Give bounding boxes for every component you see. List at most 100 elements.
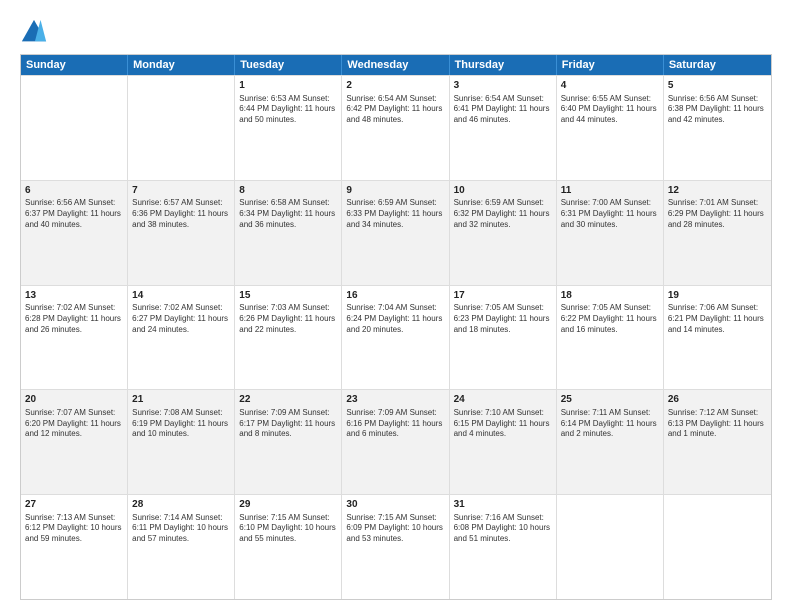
header-cell-wednesday: Wednesday xyxy=(342,55,449,75)
day-details: Sunrise: 6:57 AM Sunset: 6:36 PM Dayligh… xyxy=(132,198,230,230)
table-row: 5Sunrise: 6:56 AM Sunset: 6:38 PM Daylig… xyxy=(664,76,771,180)
table-row: 20Sunrise: 7:07 AM Sunset: 6:20 PM Dayli… xyxy=(21,390,128,494)
calendar-row-4: 20Sunrise: 7:07 AM Sunset: 6:20 PM Dayli… xyxy=(21,389,771,494)
header xyxy=(20,18,772,46)
day-details: Sunrise: 7:10 AM Sunset: 6:15 PM Dayligh… xyxy=(454,408,552,440)
table-row xyxy=(128,76,235,180)
day-details: Sunrise: 7:08 AM Sunset: 6:19 PM Dayligh… xyxy=(132,408,230,440)
day-details: Sunrise: 7:03 AM Sunset: 6:26 PM Dayligh… xyxy=(239,303,337,335)
table-row: 18Sunrise: 7:05 AM Sunset: 6:22 PM Dayli… xyxy=(557,286,664,390)
table-row xyxy=(21,76,128,180)
table-row: 25Sunrise: 7:11 AM Sunset: 6:14 PM Dayli… xyxy=(557,390,664,494)
day-details: Sunrise: 7:09 AM Sunset: 6:17 PM Dayligh… xyxy=(239,408,337,440)
day-number: 22 xyxy=(239,393,337,407)
day-number: 26 xyxy=(668,393,767,407)
day-details: Sunrise: 6:54 AM Sunset: 6:42 PM Dayligh… xyxy=(346,94,444,126)
logo xyxy=(20,18,52,46)
table-row: 31Sunrise: 7:16 AM Sunset: 6:08 PM Dayli… xyxy=(450,495,557,599)
table-row: 10Sunrise: 6:59 AM Sunset: 6:32 PM Dayli… xyxy=(450,181,557,285)
day-details: Sunrise: 7:09 AM Sunset: 6:16 PM Dayligh… xyxy=(346,408,444,440)
table-row: 4Sunrise: 6:55 AM Sunset: 6:40 PM Daylig… xyxy=(557,76,664,180)
day-details: Sunrise: 6:58 AM Sunset: 6:34 PM Dayligh… xyxy=(239,198,337,230)
day-number: 4 xyxy=(561,79,659,93)
day-number: 23 xyxy=(346,393,444,407)
table-row: 17Sunrise: 7:05 AM Sunset: 6:23 PM Dayli… xyxy=(450,286,557,390)
header-cell-friday: Friday xyxy=(557,55,664,75)
day-details: Sunrise: 7:16 AM Sunset: 6:08 PM Dayligh… xyxy=(454,513,552,545)
calendar-body: 1Sunrise: 6:53 AM Sunset: 6:44 PM Daylig… xyxy=(21,75,771,599)
day-details: Sunrise: 7:05 AM Sunset: 6:23 PM Dayligh… xyxy=(454,303,552,335)
table-row: 14Sunrise: 7:02 AM Sunset: 6:27 PM Dayli… xyxy=(128,286,235,390)
table-row: 24Sunrise: 7:10 AM Sunset: 6:15 PM Dayli… xyxy=(450,390,557,494)
day-number: 27 xyxy=(25,498,123,512)
calendar-row-2: 6Sunrise: 6:56 AM Sunset: 6:37 PM Daylig… xyxy=(21,180,771,285)
day-number: 20 xyxy=(25,393,123,407)
table-row: 12Sunrise: 7:01 AM Sunset: 6:29 PM Dayli… xyxy=(664,181,771,285)
day-details: Sunrise: 6:55 AM Sunset: 6:40 PM Dayligh… xyxy=(561,94,659,126)
day-number: 17 xyxy=(454,289,552,303)
day-number: 7 xyxy=(132,184,230,198)
calendar-header: SundayMondayTuesdayWednesdayThursdayFrid… xyxy=(21,55,771,75)
day-number: 10 xyxy=(454,184,552,198)
day-details: Sunrise: 7:04 AM Sunset: 6:24 PM Dayligh… xyxy=(346,303,444,335)
day-number: 5 xyxy=(668,79,767,93)
day-number: 29 xyxy=(239,498,337,512)
header-cell-sunday: Sunday xyxy=(21,55,128,75)
day-details: Sunrise: 7:15 AM Sunset: 6:10 PM Dayligh… xyxy=(239,513,337,545)
table-row: 1Sunrise: 6:53 AM Sunset: 6:44 PM Daylig… xyxy=(235,76,342,180)
table-row: 29Sunrise: 7:15 AM Sunset: 6:10 PM Dayli… xyxy=(235,495,342,599)
table-row: 16Sunrise: 7:04 AM Sunset: 6:24 PM Dayli… xyxy=(342,286,449,390)
day-details: Sunrise: 7:00 AM Sunset: 6:31 PM Dayligh… xyxy=(561,198,659,230)
table-row: 30Sunrise: 7:15 AM Sunset: 6:09 PM Dayli… xyxy=(342,495,449,599)
day-number: 6 xyxy=(25,184,123,198)
day-number: 19 xyxy=(668,289,767,303)
table-row: 23Sunrise: 7:09 AM Sunset: 6:16 PM Dayli… xyxy=(342,390,449,494)
day-number: 2 xyxy=(346,79,444,93)
table-row: 19Sunrise: 7:06 AM Sunset: 6:21 PM Dayli… xyxy=(664,286,771,390)
day-number: 1 xyxy=(239,79,337,93)
table-row: 7Sunrise: 6:57 AM Sunset: 6:36 PM Daylig… xyxy=(128,181,235,285)
day-number: 30 xyxy=(346,498,444,512)
table-row: 11Sunrise: 7:00 AM Sunset: 6:31 PM Dayli… xyxy=(557,181,664,285)
logo-icon xyxy=(20,18,48,46)
calendar: SundayMondayTuesdayWednesdayThursdayFrid… xyxy=(20,54,772,600)
table-row: 22Sunrise: 7:09 AM Sunset: 6:17 PM Dayli… xyxy=(235,390,342,494)
table-row: 6Sunrise: 6:56 AM Sunset: 6:37 PM Daylig… xyxy=(21,181,128,285)
day-number: 16 xyxy=(346,289,444,303)
day-details: Sunrise: 7:15 AM Sunset: 6:09 PM Dayligh… xyxy=(346,513,444,545)
day-details: Sunrise: 7:05 AM Sunset: 6:22 PM Dayligh… xyxy=(561,303,659,335)
header-cell-saturday: Saturday xyxy=(664,55,771,75)
day-number: 25 xyxy=(561,393,659,407)
table-row: 21Sunrise: 7:08 AM Sunset: 6:19 PM Dayli… xyxy=(128,390,235,494)
day-number: 8 xyxy=(239,184,337,198)
header-cell-thursday: Thursday xyxy=(450,55,557,75)
table-row xyxy=(557,495,664,599)
table-row: 9Sunrise: 6:59 AM Sunset: 6:33 PM Daylig… xyxy=(342,181,449,285)
day-details: Sunrise: 7:06 AM Sunset: 6:21 PM Dayligh… xyxy=(668,303,767,335)
table-row: 3Sunrise: 6:54 AM Sunset: 6:41 PM Daylig… xyxy=(450,76,557,180)
table-row: 2Sunrise: 6:54 AM Sunset: 6:42 PM Daylig… xyxy=(342,76,449,180)
day-details: Sunrise: 7:01 AM Sunset: 6:29 PM Dayligh… xyxy=(668,198,767,230)
table-row: 28Sunrise: 7:14 AM Sunset: 6:11 PM Dayli… xyxy=(128,495,235,599)
table-row xyxy=(664,495,771,599)
day-number: 3 xyxy=(454,79,552,93)
table-row: 27Sunrise: 7:13 AM Sunset: 6:12 PM Dayli… xyxy=(21,495,128,599)
calendar-row-3: 13Sunrise: 7:02 AM Sunset: 6:28 PM Dayli… xyxy=(21,285,771,390)
page: SundayMondayTuesdayWednesdayThursdayFrid… xyxy=(0,0,792,612)
header-cell-tuesday: Tuesday xyxy=(235,55,342,75)
day-details: Sunrise: 7:07 AM Sunset: 6:20 PM Dayligh… xyxy=(25,408,123,440)
day-details: Sunrise: 7:02 AM Sunset: 6:28 PM Dayligh… xyxy=(25,303,123,335)
day-details: Sunrise: 7:12 AM Sunset: 6:13 PM Dayligh… xyxy=(668,408,767,440)
calendar-row-5: 27Sunrise: 7:13 AM Sunset: 6:12 PM Dayli… xyxy=(21,494,771,599)
day-number: 15 xyxy=(239,289,337,303)
table-row: 8Sunrise: 6:58 AM Sunset: 6:34 PM Daylig… xyxy=(235,181,342,285)
day-number: 11 xyxy=(561,184,659,198)
day-details: Sunrise: 6:56 AM Sunset: 6:38 PM Dayligh… xyxy=(668,94,767,126)
day-number: 12 xyxy=(668,184,767,198)
day-number: 14 xyxy=(132,289,230,303)
day-number: 13 xyxy=(25,289,123,303)
day-details: Sunrise: 7:11 AM Sunset: 6:14 PM Dayligh… xyxy=(561,408,659,440)
day-number: 31 xyxy=(454,498,552,512)
day-number: 18 xyxy=(561,289,659,303)
day-details: Sunrise: 7:02 AM Sunset: 6:27 PM Dayligh… xyxy=(132,303,230,335)
